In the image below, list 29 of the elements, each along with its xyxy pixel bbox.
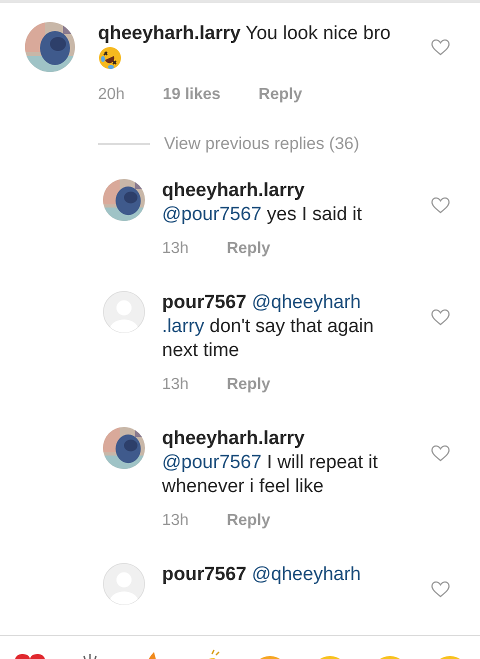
mention-link[interactable]: @qheeyharh [252, 564, 361, 584]
reply-button[interactable]: Reply [226, 236, 270, 260]
laughing-emoji-icon [98, 46, 122, 70]
heart-icon[interactable] [431, 308, 450, 326]
likes-count[interactable]: 19 likes [162, 83, 221, 107]
comment-text: pour7567 @qheeyharh .larry don't say that again next time [162, 290, 375, 362]
mention-link[interactable]: @pour7567 [162, 204, 262, 224]
mention-link[interactable]: .larry [162, 316, 204, 336]
heart-icon[interactable] [431, 580, 450, 598]
avatar[interactable] [103, 426, 145, 468]
reply-button[interactable]: Reply [226, 372, 270, 396]
heart-icon[interactable] [431, 196, 450, 214]
view-replies-link[interactable]: View previous replies (36) [164, 131, 360, 156]
comment-text: qheeyharh.larry @pour7567 I will repeat it whenever i feel like [162, 426, 379, 498]
avatar[interactable] [103, 178, 145, 220]
comment-text: pour7567 @qheeyharh [162, 562, 362, 586]
mention-link[interactable]: @qheeyharh [252, 292, 361, 312]
comment-text: qheeyharh.larry @pour7567 yes I said it [162, 178, 363, 226]
heart-icon[interactable] [431, 39, 450, 56]
reply-button[interactable]: Reply [226, 508, 270, 532]
comment-time: 20h [98, 85, 125, 105]
reply-button[interactable]: Reply [258, 83, 302, 107]
comment-time: 13h [162, 510, 189, 530]
comment-text: qheeyharh.larry You look nice bro [98, 22, 408, 73]
mention-link[interactable]: @pour7567 [162, 452, 262, 472]
comment-time: 13h [162, 238, 189, 258]
heart-icon[interactable] [431, 444, 450, 462]
avatar[interactable] [25, 22, 75, 72]
comment-time: 13h [162, 374, 189, 394]
